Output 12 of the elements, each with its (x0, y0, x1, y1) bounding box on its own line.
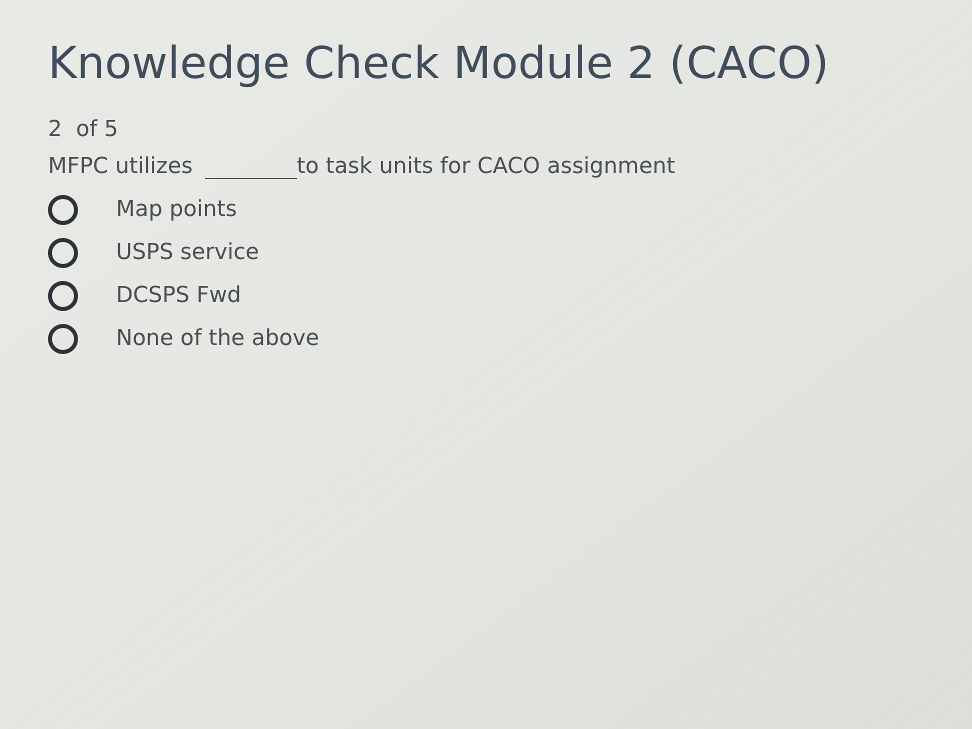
option-label: USPS service (116, 239, 260, 267)
option-label: Map points (116, 196, 237, 224)
radio-button[interactable] (48, 280, 78, 310)
option-label: DCSPS Fwd (116, 282, 242, 310)
question-text: to task units for CACO assignment (296, 153, 676, 181)
page-title: Knowledge Check Module 2 (CACO) (48, 37, 830, 91)
question-text: MFPC utilizes (48, 153, 193, 181)
radio-button[interactable] (48, 324, 78, 354)
question-counter: 2 of 5 (48, 116, 120, 144)
option-label: None of the above (116, 325, 320, 353)
radio-button[interactable] (48, 194, 78, 224)
radio-button[interactable] (48, 238, 78, 268)
